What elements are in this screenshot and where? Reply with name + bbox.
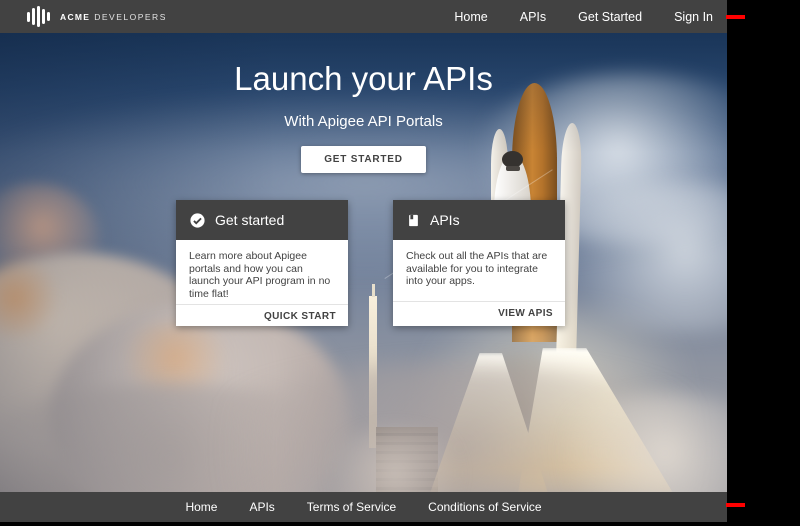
nav-link-sign-in[interactable]: Sign In — [674, 10, 713, 24]
card-header: Get started — [176, 200, 348, 240]
quick-start-link[interactable]: QUICK START — [176, 304, 348, 329]
card-apis: APIs Check out all the APIs that are ava… — [393, 200, 565, 326]
hero-title: Launch your APIs — [0, 60, 727, 98]
nav-link-apis[interactable]: APIs — [520, 10, 546, 24]
footer-link-terms[interactable]: Terms of Service — [307, 500, 396, 514]
card-get-started: Get started Learn more about Apigee port… — [176, 200, 348, 326]
annotation-marker-footer — [726, 503, 745, 507]
document-icon — [406, 213, 421, 228]
nav-link-home[interactable]: Home — [454, 10, 487, 24]
annotation-marker-sign-in — [726, 15, 745, 19]
card-body-text: Check out all the APIs that are availabl… — [393, 240, 565, 301]
brand-logo[interactable]: ACME DEVELOPERS — [0, 7, 167, 27]
get-started-button[interactable]: GET STARTED — [301, 146, 426, 173]
brand-secondary: DEVELOPERS — [94, 12, 167, 22]
footer-link-apis[interactable]: APIs — [249, 500, 274, 514]
portal-page: ACME DEVELOPERS Home APIs Get Started Sig… — [0, 0, 727, 522]
nav-link-get-started[interactable]: Get Started — [578, 10, 642, 24]
footer-link-home[interactable]: Home — [185, 500, 217, 514]
equalizer-bars-icon — [27, 7, 50, 27]
card-title: APIs — [430, 212, 460, 228]
footer-link-conditions[interactable]: Conditions of Service — [428, 500, 541, 514]
nav-links: Home APIs Get Started Sign In — [454, 10, 727, 24]
brand-name: ACME DEVELOPERS — [60, 12, 167, 22]
brand-primary: ACME — [60, 12, 90, 22]
top-navbar: ACME DEVELOPERS Home APIs Get Started Sig… — [0, 0, 727, 33]
check-circle-icon — [189, 212, 206, 229]
footer-bar: Home APIs Terms of Service Conditions of… — [0, 492, 727, 522]
view-apis-link[interactable]: VIEW APIS — [393, 301, 565, 326]
card-header: APIs — [393, 200, 565, 240]
card-body-text: Learn more about Apigee portals and how … — [176, 240, 348, 304]
card-title: Get started — [215, 212, 284, 228]
hero-subtitle: With Apigee API Portals — [0, 113, 727, 130]
hero-content: Launch your APIs With Apigee API Portals… — [0, 33, 727, 173]
